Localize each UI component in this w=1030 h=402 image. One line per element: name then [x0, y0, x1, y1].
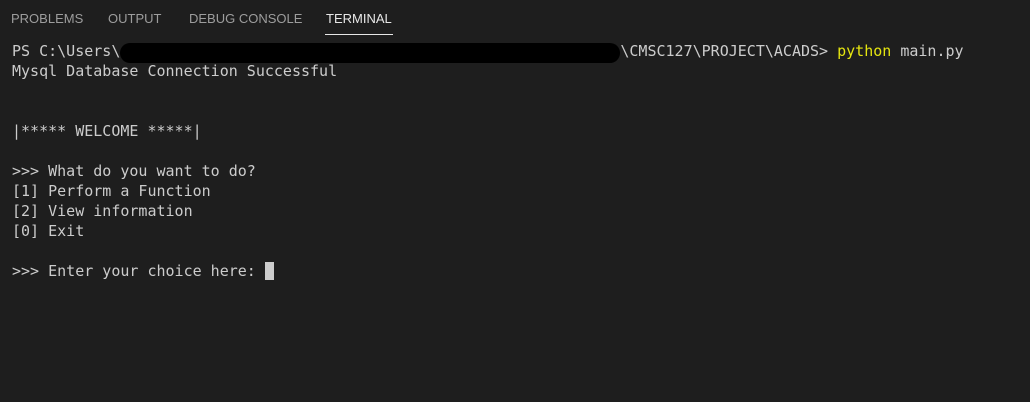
welcome-banner: |***** WELCOME *****|	[12, 122, 202, 140]
tab-terminal[interactable]: TERMINAL	[326, 11, 392, 27]
command-name: python	[837, 42, 892, 60]
prompt-suffix: \CMSC127\PROJECT\ACADS>	[620, 42, 838, 60]
tab-problems[interactable]: PROBLEMS	[11, 11, 83, 27]
terminal-output[interactable]: PS C:\Users\ \CMSC127\PROJECT\ACADS> pyth…	[12, 41, 1022, 396]
redacted-path	[120, 43, 621, 63]
prompt-prefix: PS C:\Users\	[12, 42, 121, 60]
menu-option-0: [0] Exit	[12, 222, 85, 240]
command-args: main.py	[891, 42, 964, 60]
choice-prompt: >>> Enter your choice here:	[12, 262, 265, 280]
active-tab-indicator	[325, 34, 393, 35]
terminal-cursor[interactable]	[264, 262, 274, 280]
menu-question: >>> What do you want to do?	[12, 162, 256, 180]
choice-prompt-line: >>> Enter your choice here:	[12, 261, 274, 281]
tab-debug-console[interactable]: DEBUG CONSOLE	[189, 11, 302, 27]
panel-tab-bar: PROBLEMS OUTPUT DEBUG CONSOLE TERMINAL	[0, 0, 1030, 36]
menu-option-2: [2] View information	[12, 202, 193, 220]
tab-output[interactable]: OUTPUT	[108, 11, 161, 27]
menu-option-1: [1] Perform a Function	[12, 182, 211, 200]
prompt-line: PS C:\Users\ \CMSC127\PROJECT\ACADS> pyth…	[12, 41, 964, 63]
db-status-line: Mysql Database Connection Successful	[12, 62, 338, 80]
